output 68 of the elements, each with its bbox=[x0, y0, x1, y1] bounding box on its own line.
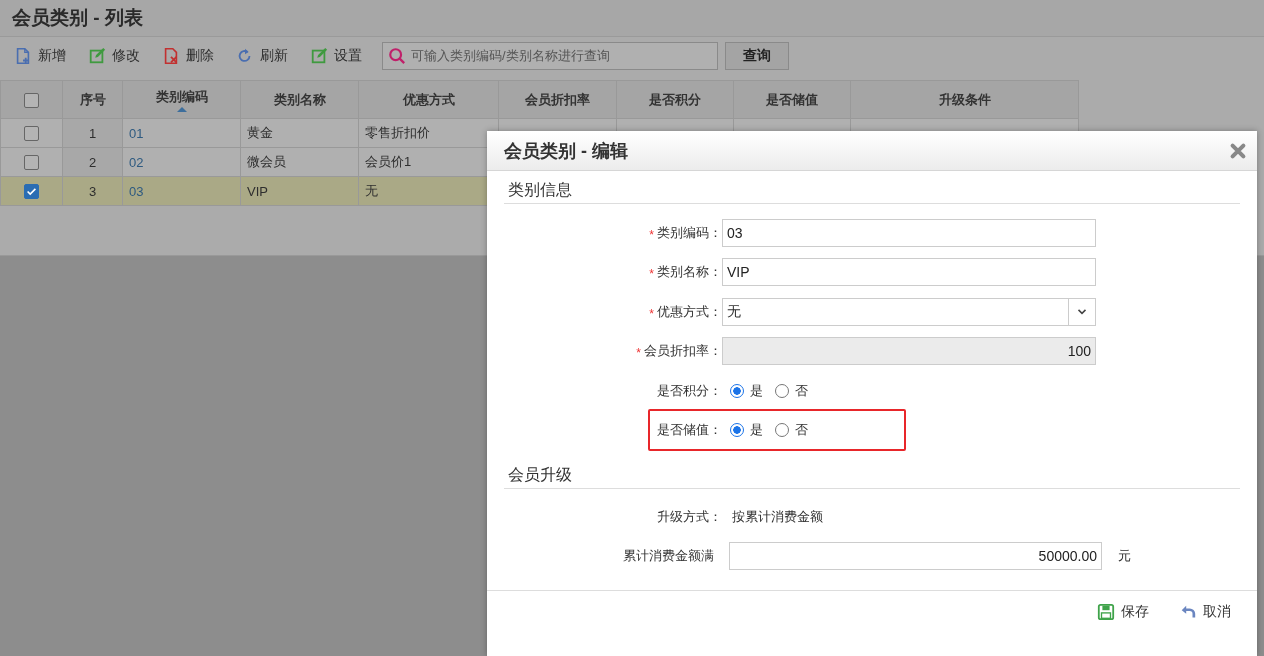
required-mark: * bbox=[649, 306, 654, 321]
checkbox[interactable] bbox=[24, 155, 39, 171]
dialog-button[interactable]: 取消 bbox=[1177, 601, 1233, 623]
dialog-title: 会员类别 - 编辑 bbox=[504, 139, 628, 163]
delete-file-icon bbox=[162, 46, 180, 65]
table-cell: VIP bbox=[240, 176, 359, 206]
column-header[interactable]: 升级条件 bbox=[850, 80, 1079, 119]
field-label: 优惠方式： bbox=[657, 303, 722, 319]
column-header[interactable]: 是否储值 bbox=[733, 80, 851, 119]
toolbar-button[interactable]: 设置 bbox=[308, 44, 364, 67]
checkbox[interactable] bbox=[24, 184, 39, 200]
search-icon bbox=[388, 46, 406, 65]
checkbox[interactable] bbox=[24, 92, 39, 108]
field-label: 累计消费金额满 bbox=[622, 547, 714, 565]
radio-button[interactable] bbox=[775, 423, 789, 437]
toolbar-button[interactable]: 修改 bbox=[86, 44, 142, 67]
table-cell: 2 bbox=[62, 147, 123, 177]
required-mark: * bbox=[649, 267, 654, 281]
field-label: 会员折扣率： bbox=[644, 343, 722, 358]
toolbar-button[interactable]: 刷新 bbox=[234, 44, 290, 67]
section-title: 会员升级 bbox=[508, 464, 572, 485]
field-value: 按累计消费金额 bbox=[731, 507, 823, 526]
column-header[interactable]: 会员折扣率 bbox=[498, 80, 617, 119]
add-file-icon bbox=[14, 46, 32, 65]
radio-button[interactable] bbox=[730, 423, 744, 437]
radio-button[interactable] bbox=[775, 383, 789, 398]
search-button[interactable]: 查询 bbox=[725, 41, 789, 70]
table-cell: 黄金 bbox=[240, 118, 359, 148]
edit-icon bbox=[88, 46, 106, 65]
field-label: 类别编码： bbox=[657, 224, 722, 240]
column-header[interactable]: 优惠方式 bbox=[358, 80, 499, 119]
page-title: 会员类别 - 列表 bbox=[0, 0, 1264, 37]
table-cell: 3 bbox=[62, 176, 123, 206]
close-button[interactable] bbox=[1229, 141, 1247, 160]
column-header[interactable]: 序号 bbox=[62, 80, 123, 119]
toolbar-button[interactable]: 删除 bbox=[160, 44, 216, 67]
dropdown[interactable]: 无 bbox=[722, 297, 1096, 326]
toolbar-button[interactable]: 新增 bbox=[12, 44, 68, 67]
required-mark: * bbox=[649, 227, 654, 242]
input-field[interactable]: 100 bbox=[722, 337, 1096, 365]
input-field[interactable]: 03 bbox=[722, 218, 1096, 247]
column-header[interactable]: 是否积分 bbox=[616, 80, 734, 119]
checkbox[interactable] bbox=[24, 126, 39, 142]
search-field[interactable]: 可输入类别编码/类别名称进行查询 bbox=[382, 41, 718, 70]
column-header[interactable]: 类别名称 bbox=[240, 80, 359, 119]
input-field[interactable]: VIP bbox=[722, 258, 1096, 286]
table-cell: 1 bbox=[62, 118, 123, 148]
field-label: 是否储值： bbox=[656, 421, 722, 439]
input-field[interactable]: 50000.00 bbox=[729, 542, 1102, 570]
section-title: 类别信息 bbox=[508, 179, 572, 200]
required-mark: * bbox=[636, 346, 641, 360]
radio-button[interactable] bbox=[730, 383, 744, 398]
field-label: 类别名称： bbox=[657, 264, 722, 279]
field-label: 是否积分： bbox=[656, 381, 722, 400]
table-cell: 01 bbox=[122, 118, 241, 148]
option-label: 是 bbox=[750, 381, 763, 400]
option-label: 否 bbox=[795, 381, 808, 400]
unit-label: 元 bbox=[1118, 547, 1131, 565]
save-icon bbox=[1097, 603, 1115, 621]
field-label: 升级方式： bbox=[656, 507, 722, 526]
edit-icon bbox=[310, 46, 328, 65]
table-cell: 03 bbox=[122, 176, 241, 206]
dialog-button[interactable]: 保存 bbox=[1095, 601, 1151, 623]
table-cell: 02 bbox=[122, 147, 241, 177]
close-icon bbox=[1229, 141, 1247, 160]
option-label: 否 bbox=[795, 421, 808, 439]
table-cell: 微会员 bbox=[240, 147, 359, 177]
option-label: 是 bbox=[750, 421, 763, 439]
